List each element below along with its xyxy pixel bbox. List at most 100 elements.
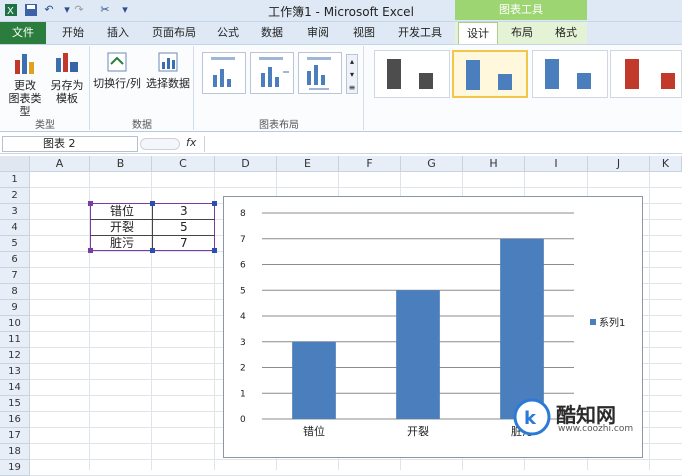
col-header-g[interactable]: G	[401, 156, 463, 172]
switch-row-column-button[interactable]: 切换行/列	[92, 50, 142, 90]
row-header-11[interactable]: 11	[0, 332, 30, 348]
y-tick-label: 8	[240, 209, 246, 219]
grid-row-line	[30, 187, 682, 188]
tab-format[interactable]: 格式	[546, 22, 586, 44]
tab-review[interactable]: 审阅	[298, 22, 338, 44]
col-header-a[interactable]: A	[30, 156, 90, 172]
tab-file[interactable]: 文件	[0, 22, 46, 44]
formula-input[interactable]	[204, 136, 680, 152]
range-handle[interactable]	[212, 248, 217, 253]
col-header-j[interactable]: J	[588, 156, 650, 172]
chart-style-3-icon	[545, 59, 591, 89]
select-data-icon	[158, 52, 178, 72]
chart-style-1-icon	[387, 59, 433, 89]
x-category-label: 错位	[303, 424, 325, 438]
cell-c3[interactable]: 3	[180, 203, 188, 219]
range-handle[interactable]	[212, 201, 217, 206]
bar-2	[396, 290, 440, 419]
chart-layout-1[interactable]	[202, 52, 246, 94]
y-tick-label: 0	[240, 415, 246, 425]
row-header-4[interactable]: 4	[0, 220, 30, 236]
group-data-label: 数据	[132, 120, 152, 131]
cell-b4[interactable]: 开裂	[110, 219, 134, 235]
chart-layout-2[interactable]	[250, 52, 294, 94]
col-header-e[interactable]: E	[277, 156, 339, 172]
cell-b3[interactable]: 错位	[110, 203, 134, 219]
chart-style-2-selected[interactable]	[452, 50, 528, 98]
row-header-1[interactable]: 1	[0, 172, 30, 188]
change-chart-type-button[interactable]: 更改 图表类型	[4, 50, 46, 118]
save-as-template-icon	[56, 53, 78, 72]
y-tick-label: 5	[240, 286, 246, 296]
row-header-19[interactable]: 19	[0, 460, 30, 476]
tab-page-layout[interactable]: 页面布局	[146, 22, 202, 44]
tab-developer[interactable]: 开发工具	[390, 22, 450, 44]
bar-1	[292, 341, 336, 419]
select-all-corner[interactable]	[0, 156, 30, 172]
row-header-14[interactable]: 14	[0, 380, 30, 396]
row-header-10[interactable]: 10	[0, 316, 30, 332]
watermark: k 酷知网 www.coozhi.com	[512, 397, 662, 437]
legend-label: 系列1	[599, 316, 625, 329]
y-tick-label: 2	[240, 364, 246, 374]
chart-style-2-icon	[466, 60, 512, 90]
y-tick-label: 1	[240, 389, 246, 399]
tab-design[interactable]: 设计	[458, 22, 498, 44]
name-box-dropdown[interactable]	[140, 138, 180, 150]
row-header-6[interactable]: 6	[0, 252, 30, 268]
grid-row-line	[30, 459, 682, 460]
y-tick-label: 3	[240, 338, 246, 348]
col-header-i[interactable]: I	[525, 156, 588, 172]
x-category-label: 开裂	[407, 425, 429, 438]
tab-view[interactable]: 视图	[344, 22, 384, 44]
save-as-template-button[interactable]: 另存为 模板	[48, 50, 86, 105]
range-handle[interactable]	[150, 201, 155, 206]
row-header-7[interactable]: 7	[0, 268, 30, 284]
tab-insert[interactable]: 插入	[98, 22, 138, 44]
row-header-15[interactable]: 15	[0, 396, 30, 412]
group-type-label: 类型	[35, 120, 55, 131]
row-header-2[interactable]: 2	[0, 188, 30, 204]
chart-layout-3[interactable]	[298, 52, 342, 94]
row-header-12[interactable]: 12	[0, 348, 30, 364]
col-header-b[interactable]: B	[90, 156, 152, 172]
row-header-17[interactable]: 17	[0, 428, 30, 444]
row-header-9[interactable]: 9	[0, 300, 30, 316]
row-header-5[interactable]: 5	[0, 236, 30, 252]
tab-layout[interactable]: 布局	[502, 22, 542, 44]
col-header-c[interactable]: C	[152, 156, 215, 172]
layouts-scroll[interactable]: ▴ ▾ ≡	[346, 54, 358, 94]
tab-formulas[interactable]: 公式	[210, 22, 246, 44]
range-handle[interactable]	[150, 248, 155, 253]
row-header-16[interactable]: 16	[0, 412, 30, 428]
legend-swatch	[590, 319, 596, 325]
range-handle[interactable]	[88, 248, 93, 253]
col-header-k[interactable]: K	[650, 156, 682, 172]
chart-style-1[interactable]	[374, 50, 450, 98]
row-header-18[interactable]: 18	[0, 444, 30, 460]
range-handle[interactable]	[88, 201, 93, 206]
change-chart-type-icon	[15, 54, 34, 74]
col-header-f[interactable]: F	[339, 156, 401, 172]
tab-data[interactable]: 数据	[254, 22, 290, 44]
name-box[interactable]: 图表 2	[2, 136, 138, 152]
group-chart-layouts-label: 图表布局	[259, 120, 299, 131]
watermark-url: www.coozhi.com	[558, 424, 634, 434]
cell-divider	[152, 203, 153, 251]
switch-row-column-label: 切换行/列	[93, 77, 141, 90]
chart-style-3[interactable]	[532, 50, 608, 98]
chart-style-4[interactable]	[610, 50, 682, 98]
select-data-button[interactable]: 选择数据	[144, 50, 192, 90]
row-header-13[interactable]: 13	[0, 364, 30, 380]
cell-c5[interactable]: 7	[180, 235, 188, 251]
cell-divider	[90, 219, 215, 220]
cell-b5[interactable]: 脏污	[110, 235, 134, 251]
col-header-h[interactable]: H	[463, 156, 525, 172]
col-header-d[interactable]: D	[215, 156, 277, 172]
cell-c4[interactable]: 5	[180, 219, 188, 235]
row-header-8[interactable]: 8	[0, 284, 30, 300]
fx-icon[interactable]: fx	[186, 136, 196, 149]
chart-tools-header: 图表工具	[455, 0, 587, 20]
row-header-3[interactable]: 3	[0, 204, 30, 220]
tab-home[interactable]: 开始	[52, 22, 94, 44]
